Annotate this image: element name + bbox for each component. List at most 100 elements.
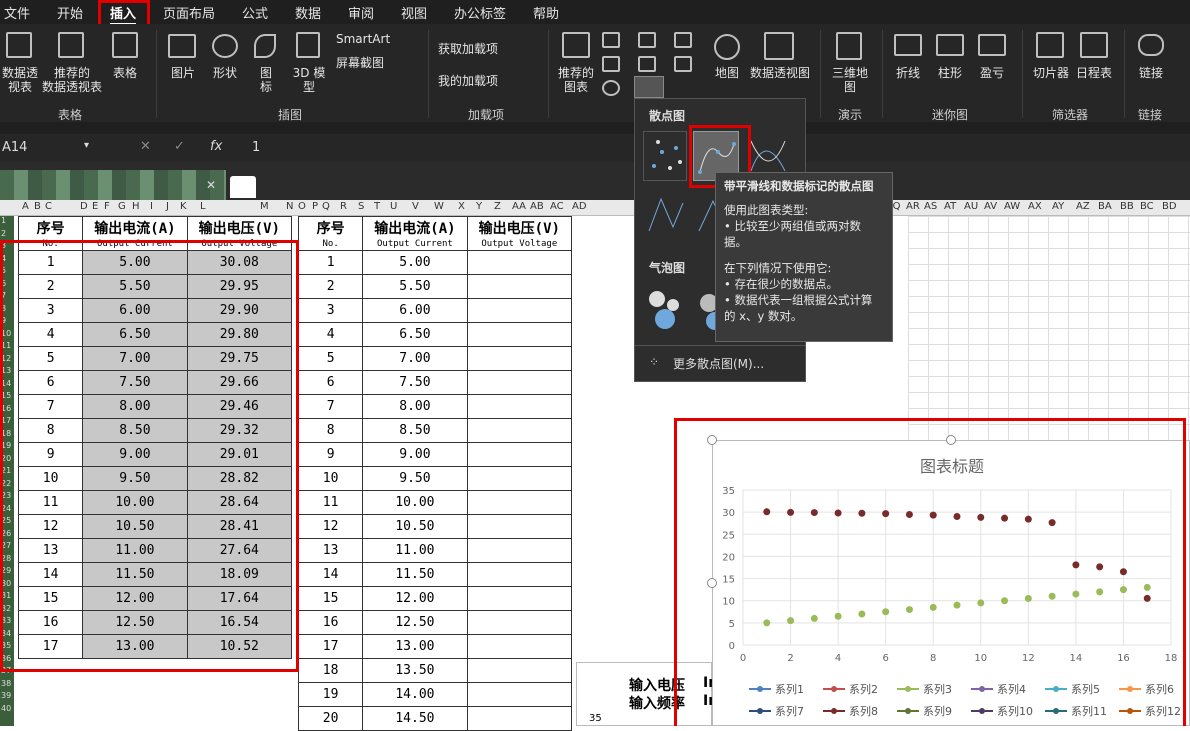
column-letter[interactable]: AY [1052,201,1064,212]
maps-button[interactable]: 地图 [708,66,746,80]
column-letter[interactable]: N [286,201,293,212]
hierarchy-chart-icon[interactable] [638,32,656,48]
table-cell[interactable] [466,490,573,515]
column-letter[interactable]: BA [1098,201,1112,212]
menu-help[interactable]: 帮助 [533,3,559,22]
table-cell[interactable]: 12.00 [362,586,468,611]
my-addins-button[interactable]: 我的加载项 [438,74,548,88]
smartart-button[interactable]: SmartArt [336,32,416,46]
column-letter[interactable]: Q [322,201,330,212]
table-cell[interactable]: 11.00 [362,538,468,563]
column-letter[interactable]: R [340,201,347,212]
table-cell[interactable] [466,250,573,275]
table-cell[interactable]: 4 [297,322,364,347]
3d-models-button[interactable]: 3D 模 型 [286,66,332,94]
column-letter[interactable]: AA [512,201,526,212]
table-cell[interactable]: 11 [297,490,364,515]
timeline-button[interactable]: 日程表 [1072,66,1116,80]
menu-data[interactable]: 数据 [295,3,321,22]
column-letter[interactable]: X [458,201,465,212]
table-cell[interactable]: 19 [297,682,364,707]
column-letter[interactable]: I [150,201,153,212]
table-cell[interactable]: 14.00 [362,682,468,707]
more-scatter-charts-link[interactable]: 更多散点图(M)... [673,355,764,372]
column-letter[interactable]: J [166,201,169,212]
slicer-button[interactable]: 切片器 [1028,66,1074,80]
table-cell[interactable]: 13.50 [362,658,468,683]
close-icon[interactable]: ✕ [206,178,216,192]
pivot-table-button[interactable]: 数据透 视表 [0,66,40,94]
table-cell[interactable] [466,658,573,683]
recommended-charts-button[interactable]: 推荐的 图表 [554,66,598,94]
table-cell[interactable]: 17 [297,634,364,659]
table-cell[interactable] [466,562,573,587]
column-letter[interactable]: C [45,201,52,212]
table-cell[interactable] [466,466,573,491]
table-cell[interactable] [466,370,573,395]
column-letter[interactable]: AC [550,201,564,212]
table-cell[interactable]: 2 [297,274,364,299]
column-letter[interactable]: A [22,201,29,212]
column-letter[interactable]: V [412,201,419,212]
table-cell[interactable]: 8.00 [362,394,468,419]
column-letter[interactable]: W [434,201,444,212]
table-cell[interactable]: 7.00 [362,346,468,371]
menu-home[interactable]: 开始 [57,3,83,22]
table-cell[interactable] [466,706,573,731]
new-tab-button[interactable] [230,176,256,198]
cancel-icon[interactable]: ✕ [140,139,151,154]
resize-handle[interactable] [707,435,717,445]
table-cell[interactable]: 5.50 [362,274,468,299]
column-letter[interactable]: AZ [1076,201,1090,212]
column-letter[interactable]: AV [984,201,997,212]
workbook-tab-blurred[interactable] [0,170,226,200]
resize-handle[interactable] [707,578,717,588]
link-button[interactable]: 链接 [1130,66,1172,80]
icons-button[interactable]: 图 标 [248,66,284,94]
table-cell[interactable] [466,514,573,539]
table-cell[interactable] [466,394,573,419]
table-cell[interactable] [466,418,573,443]
column-letter[interactable]: S [358,201,364,212]
column-letter[interactable]: O [298,201,306,212]
table-button[interactable]: 表格 [106,66,144,80]
chevron-down-icon[interactable]: ▾ [84,140,89,151]
table-cell[interactable]: 16 [297,610,364,635]
table-cell[interactable] [466,538,573,563]
column-chart-icon[interactable] [602,32,620,48]
column-letter[interactable]: Z [494,201,501,212]
table-cell[interactable] [466,610,573,635]
table-cell[interactable]: 6 [297,370,364,395]
table-cell[interactable]: 14 [297,562,364,587]
table-cell[interactable] [466,298,573,323]
table-cell[interactable]: 9.50 [362,466,468,491]
table-cell[interactable]: 8 [297,418,364,443]
column-letter[interactable]: L [200,201,206,212]
line-chart-icon[interactable] [602,56,620,72]
table-cell[interactable]: 5.00 [362,250,468,275]
column-letter[interactable]: AU [964,201,978,212]
row-number[interactable]: 2 [1,229,6,238]
table-cell[interactable]: 15 [297,586,364,611]
column-letter[interactable]: AX [1028,201,1042,212]
column-letter[interactable]: BD [1162,201,1177,212]
resize-handle[interactable] [946,435,956,445]
table-cell[interactable]: 9 [297,442,364,467]
column-letter[interactable]: BB [1120,201,1134,212]
table-cell[interactable] [466,634,573,659]
table-cell[interactable]: 1 [297,250,364,275]
menu-office-tab[interactable]: 办公标签 [454,3,506,22]
column-letter[interactable]: Y [476,201,482,212]
column-letter[interactable]: BC [1140,201,1154,212]
insert-function-icon[interactable]: fx [210,139,222,154]
table-cell[interactable]: 3 [297,298,364,323]
pivot-chart-button[interactable]: 数据透视图 [746,66,814,80]
table-cell[interactable] [466,274,573,299]
enter-icon[interactable]: ✓ [174,139,185,154]
table-cell[interactable]: 7 [297,394,364,419]
column-letter[interactable]: AW [1004,201,1020,212]
column-letter[interactable]: AB [530,201,544,212]
recommended-pivot-button[interactable]: 推荐的 数据透视表 [40,66,104,94]
table-cell[interactable] [466,586,573,611]
column-letter[interactable]: U [390,201,397,212]
